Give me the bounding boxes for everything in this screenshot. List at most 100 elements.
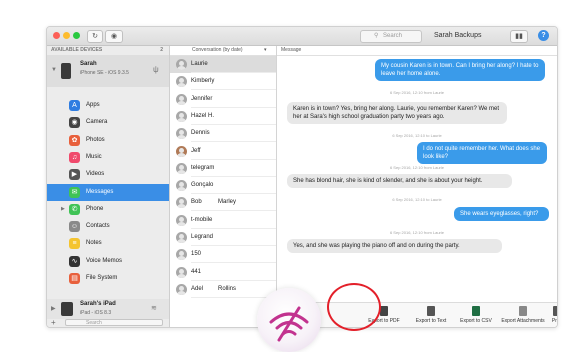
- sidebar-item-label: Apps: [86, 102, 100, 108]
- conversation-list: Conversation (by date) ▾ Laurie Kimberly J…: [170, 46, 277, 327]
- conversation-row[interactable]: Jennifer: [170, 91, 276, 108]
- chevron-down-icon[interactable]: ▾: [264, 46, 267, 55]
- device-ipad[interactable]: ▶ Sarah's iPad iPad - iOS 8.3 ≋: [47, 299, 169, 319]
- sidebar-item-phone[interactable]: ▶ ✆ Phone: [47, 201, 169, 218]
- sidebar-item-messages[interactable]: ✉ Messages: [47, 183, 169, 201]
- conversation-row[interactable]: Dennis: [170, 125, 276, 143]
- sidebar-item-file-system[interactable]: ▤ File System: [47, 270, 169, 287]
- sidebar-item-apps[interactable]: A Apps: [47, 97, 169, 114]
- sidebar-item-photos[interactable]: ✿ Photos: [47, 132, 169, 149]
- add-device-button[interactable]: +: [51, 318, 56, 327]
- paperclip-icon: [519, 306, 527, 316]
- sidebar-search-input[interactable]: Search: [65, 319, 163, 326]
- contacts-icon: ☺: [69, 221, 80, 233]
- avatar: [176, 110, 187, 122]
- conversation-row[interactable]: 441: [170, 264, 276, 281]
- conversation-row[interactable]: Laurie: [170, 56, 276, 73]
- eye-icon[interactable]: ◉: [105, 30, 123, 43]
- message-timestamp: 6 Sep 2016, 12:10 from Laurie: [389, 165, 445, 170]
- device-name: Sarah: [80, 61, 97, 67]
- avatar: [176, 145, 187, 157]
- phone-icon: ✆: [69, 203, 80, 215]
- sidebar-item-videos[interactable]: ▶ Videos: [47, 166, 169, 183]
- avatar: [176, 214, 187, 226]
- expand-arrow-icon[interactable]: ▶: [51, 305, 56, 312]
- avatar: [176, 162, 187, 174]
- sidebar: AVAILABLE DEVICES 2 ▼ Sarah iPhone SE - …: [47, 46, 170, 327]
- help-icon[interactable]: ?: [538, 30, 549, 41]
- voice-memos-icon: ∿: [69, 255, 80, 267]
- sidebar-item-label: Music: [86, 153, 102, 160]
- ipad-name: Sarah's iPad: [80, 301, 116, 307]
- conversation-row[interactable]: Gonçalo: [170, 177, 276, 195]
- collapse-arrow-icon[interactable]: ▼: [51, 67, 57, 73]
- sidebar-item-camera[interactable]: ◉ Camera: [47, 114, 169, 131]
- usb-icon: ψ: [153, 65, 159, 74]
- toolbar-label: Export to CSV: [460, 318, 492, 324]
- contact-surname: Marley: [218, 199, 237, 206]
- devices-header: AVAILABLE DEVICES 2: [51, 46, 165, 55]
- close-window-button[interactable]: [53, 32, 60, 39]
- toolbar-label: Print: [551, 318, 557, 324]
- message-bubble-received: She has blond hair, she is kind of slend…: [287, 174, 512, 188]
- conversation-list-header[interactable]: Conversation (by date) ▾: [170, 46, 276, 56]
- messages-icon: ✉: [69, 186, 80, 198]
- avatar: [176, 128, 187, 140]
- conversation-row[interactable]: t-mobile: [170, 212, 276, 229]
- conversation-row[interactable]: Jeff: [170, 143, 276, 160]
- avatar: [176, 180, 187, 192]
- videos-icon: ▶: [69, 169, 80, 181]
- conversation-row[interactable]: Hazel H.: [170, 108, 276, 125]
- devices-header-label: AVAILABLE DEVICES: [51, 47, 103, 53]
- export-export-to-csv-button[interactable]: Export to CSV: [455, 303, 497, 327]
- text-icon: [427, 306, 435, 316]
- photos-icon: ✿: [69, 134, 80, 146]
- apps-icon: A: [69, 100, 80, 111]
- export-export-to-text-button[interactable]: Export to Text: [409, 303, 453, 327]
- view-toggle-icon[interactable]: ▮▮: [510, 30, 528, 43]
- conversation-row[interactable]: telegram: [170, 160, 276, 177]
- export-print-button[interactable]: Print: [547, 303, 557, 327]
- export-export-attachments-button[interactable]: Export Attachments: [499, 303, 547, 327]
- conversation-row[interactable]: Legrand: [170, 229, 276, 246]
- sidebar-item-music[interactable]: ♫ Music: [47, 149, 169, 166]
- contact-name: Dennis: [191, 130, 210, 137]
- avatar: [176, 76, 187, 88]
- zoom-window-button[interactable]: [73, 32, 80, 39]
- backup-name[interactable]: Sarah Backups: [434, 30, 481, 41]
- avatar: [176, 266, 187, 278]
- sidebar-footer: + Search: [47, 318, 169, 327]
- notes-icon: ≡: [69, 238, 80, 250]
- minimize-window-button[interactable]: [63, 32, 70, 39]
- contact-name: Laurie: [191, 61, 208, 67]
- csv-icon: [472, 306, 480, 316]
- refresh-icon[interactable]: ↻: [87, 30, 103, 43]
- music-icon: ♫: [69, 151, 80, 163]
- avatar: [176, 232, 187, 243]
- file-system-icon: ▤: [69, 273, 80, 284]
- contact-name: Kimberly: [191, 78, 215, 85]
- sidebar-item-label: Phone: [86, 205, 104, 212]
- conversation-row[interactable]: Bob Marley: [170, 194, 276, 212]
- sidebar-item-label: Photos: [86, 136, 105, 143]
- device-iphone[interactable]: ▼ Sarah iPhone SE - iOS 9.3.5 ψ: [47, 55, 169, 87]
- pdf-icon: [380, 306, 388, 316]
- device-subtitle: iPhone SE - iOS 9.3.5: [80, 70, 129, 76]
- sidebar-item-voice-memos[interactable]: ∿ Voice Memos: [47, 253, 169, 270]
- sidebar-item-label: Messages: [86, 188, 114, 195]
- message-bubble-received: Karen is in town? Yes, bring her along. …: [287, 102, 507, 124]
- sidebar-item-notes[interactable]: ≡ Notes: [47, 235, 169, 252]
- contact-name: Jeff: [191, 147, 201, 154]
- conversation-row[interactable]: Kimberly: [170, 73, 276, 91]
- sidebar-item-contacts[interactable]: ☺ Contacts: [47, 218, 169, 235]
- sidebar-item-label: Videos: [86, 171, 105, 178]
- search-input[interactable]: ⚲ Search: [360, 30, 422, 43]
- contact-name: Gonçalo: [191, 182, 214, 189]
- message-pane: Message My cousin Karen is in town. Can …: [277, 46, 557, 327]
- export-pdf-highlight-circle: [327, 283, 381, 331]
- expand-arrow-icon[interactable]: ▶: [61, 201, 65, 218]
- conversation-row[interactable]: 150: [170, 246, 276, 264]
- sidebar-item-label: Contacts: [86, 223, 110, 230]
- contact-name: Jennifer: [191, 95, 213, 102]
- message-timestamp: 6 Sep 2016, 12:10 to Laurie: [392, 133, 442, 138]
